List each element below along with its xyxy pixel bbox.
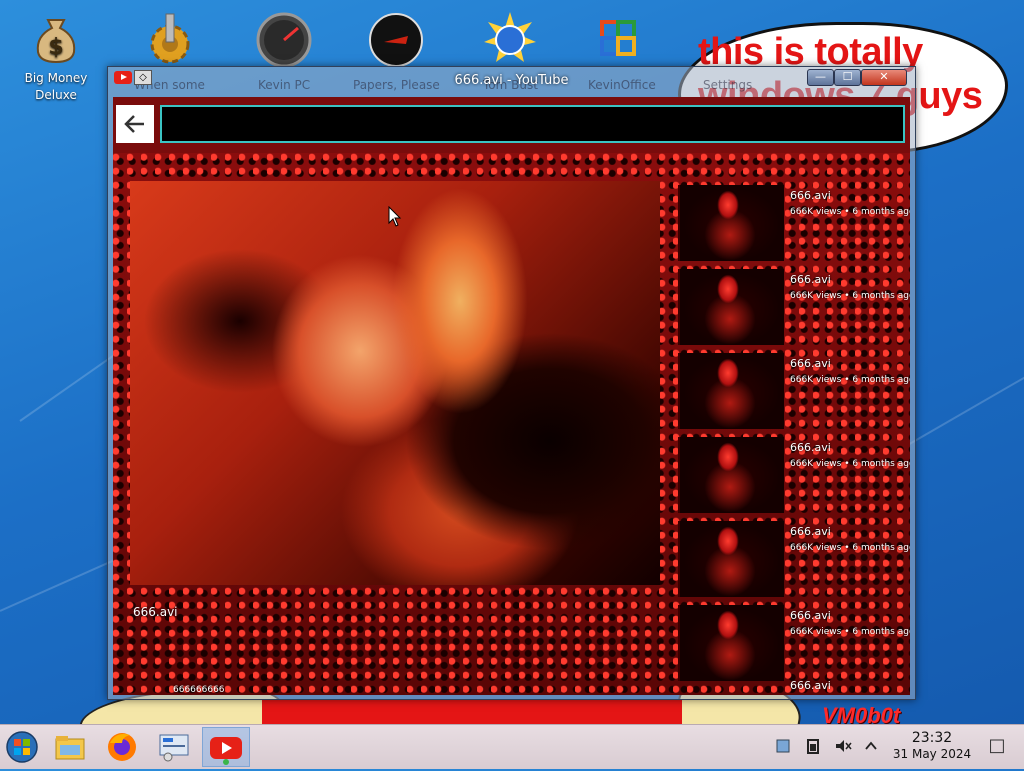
globe-sunburst-icon — [482, 10, 538, 66]
youtube-window[interactable]: When some Kevin PC Papers, Please Tom Bu… — [107, 66, 916, 700]
control-panel-icon — [159, 734, 189, 762]
recommendation-title[interactable]: 666.avi — [790, 525, 831, 538]
mouse-cursor-icon — [388, 206, 402, 227]
recommendation-title[interactable]: 666.avi — [790, 679, 831, 692]
gear-icon — [142, 10, 198, 66]
video-player[interactable] — [130, 181, 660, 585]
taskbar-clock[interactable]: 23:32 31 May 2024 — [884, 730, 980, 762]
video-views: 666666666 — [173, 685, 225, 695]
window-title: 666.avi - YouTube — [454, 73, 569, 88]
recommendation-title[interactable]: 666.avi — [790, 609, 831, 622]
recommendation-meta: 666K views • 6 months ago — [790, 627, 910, 637]
recommendation-title[interactable]: 666.avi — [790, 357, 831, 370]
video-thumbnail[interactable] — [678, 185, 784, 261]
recommendation-item[interactable]: 666.avi 666K views • 6 months ago — [676, 519, 910, 601]
recommendation-title[interactable]: 666.avi — [790, 189, 831, 202]
recommendation-item[interactable]: 666.avi — [676, 679, 894, 695]
speedometer-icon — [256, 10, 312, 68]
browser-content: 666.avi 666666666 666.avi 666K views • 6… — [113, 97, 910, 695]
desktop-icon-speedometer[interactable] — [236, 6, 332, 70]
start-button[interactable] — [2, 727, 42, 767]
network-icon[interactable] — [774, 737, 792, 755]
recommendation-item[interactable]: 666.avi 666K views • 6 months ago — [676, 183, 910, 265]
video-title: 666.avi — [133, 605, 178, 619]
svg-text:$: $ — [48, 35, 63, 60]
maximize-button[interactable]: ☐ — [834, 69, 861, 86]
video-thumbnail[interactable] — [678, 353, 784, 429]
clock-time: 23:32 — [911, 730, 953, 746]
video-thumbnail[interactable] — [678, 437, 784, 513]
volume-muted-icon[interactable] — [834, 737, 852, 755]
video-thumbnail[interactable] — [678, 605, 784, 681]
desktop-icon-label: Big Money Deluxe — [24, 71, 88, 102]
recommendation-meta: 666K views • 6 months ago — [790, 375, 910, 385]
recommendations-sidebar: 666.avi 666K views • 6 months ago 666.av… — [676, 183, 910, 695]
recommendation-item[interactable]: 666.avi 666K views • 6 months ago — [676, 267, 910, 349]
video-thumbnail[interactable] — [678, 521, 784, 597]
video-thumbnail[interactable] — [678, 269, 784, 345]
taskbar: 23:32 31 May 2024 □ — [0, 724, 1024, 769]
desktop-icon-gear[interactable] — [122, 6, 218, 70]
recommendation-item[interactable]: 666.avi 666K views • 6 months ago — [676, 351, 910, 433]
office-logo-icon — [592, 10, 648, 66]
recommendation-title[interactable]: 666.avi — [790, 441, 831, 454]
taskbar-youtube[interactable] — [202, 727, 250, 767]
taskbar-firefox[interactable] — [102, 727, 142, 767]
recommendation-item[interactable]: 666.avi 666K views • 6 months ago — [676, 435, 910, 517]
recommendation-meta: 666K views • 6 months ago — [790, 459, 910, 469]
recommendation-meta: 666K views • 6 months ago — [790, 291, 910, 301]
recommendation-meta: 666K views • 6 months ago — [790, 207, 910, 217]
battery-icon[interactable] — [804, 737, 822, 755]
red-shape — [262, 700, 682, 726]
address-bar[interactable] — [160, 105, 905, 143]
chevron-up-icon[interactable] — [862, 737, 880, 755]
desktop-icon-office[interactable] — [572, 6, 668, 70]
recommendation-title[interactable]: 666.avi — [790, 273, 831, 286]
taskbar-file-explorer[interactable] — [50, 727, 90, 767]
back-button[interactable] — [116, 105, 154, 143]
desktop-icon-dark-disc[interactable] — [348, 6, 444, 70]
dark-disc-icon — [368, 10, 424, 67]
youtube-icon — [210, 737, 242, 765]
show-desktop-button[interactable]: □ — [988, 737, 1006, 755]
recommendation-item[interactable]: 666.avi 666K views • 6 months ago — [676, 603, 910, 685]
recommendation-meta: 666K views • 6 months ago — [790, 543, 910, 553]
file-explorer-icon — [55, 736, 85, 760]
arrow-left-icon — [122, 114, 148, 144]
taskbar-control-panel[interactable] — [154, 727, 194, 767]
clock-date: 31 May 2024 — [892, 747, 972, 761]
firefox-icon — [108, 733, 136, 761]
close-button[interactable]: ✕ — [861, 69, 907, 86]
desktop-icon-big-money-deluxe[interactable]: $ Big Money Deluxe — [8, 6, 104, 104]
money-bag-icon: $ — [28, 10, 84, 66]
start-orb-icon — [6, 731, 38, 763]
desktop-icon-globe[interactable] — [462, 6, 558, 70]
minimize-button[interactable]: — — [807, 69, 834, 86]
title-bar[interactable]: When some Kevin PC Papers, Please Tom Bu… — [108, 67, 915, 95]
